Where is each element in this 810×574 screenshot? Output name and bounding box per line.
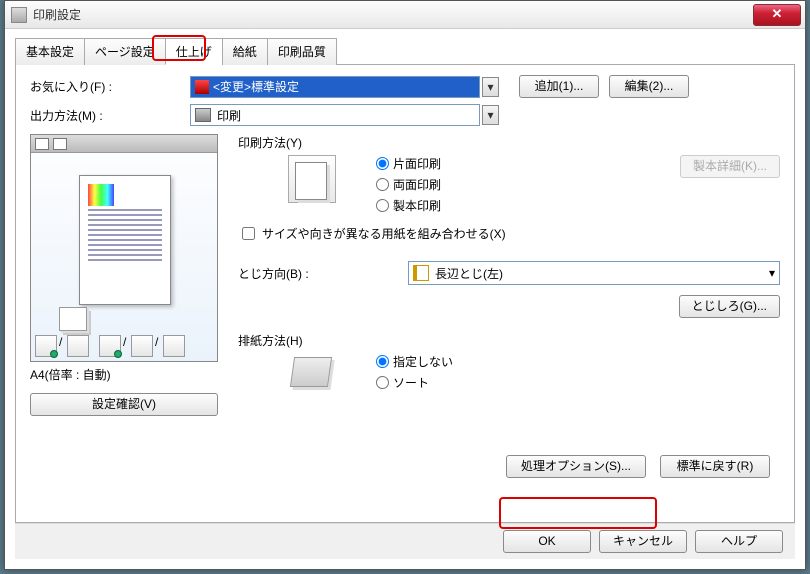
gutter-button[interactable]: とじしろ(G)... (679, 295, 780, 318)
tab-finishing[interactable]: 仕上げ (165, 38, 223, 65)
restore-defaults-button[interactable]: 標準に戻す(R) (660, 455, 770, 478)
preview-mode-icon-2[interactable] (53, 138, 67, 150)
print-method-icon (288, 155, 336, 203)
preview-box: / / / (30, 134, 218, 362)
window-title: 印刷設定 (33, 6, 753, 23)
radio-booklet[interactable] (376, 199, 389, 212)
eject-icon (288, 353, 336, 393)
ok-button[interactable]: OK (503, 530, 591, 553)
favorite-value: <変更>標準設定 (213, 78, 299, 95)
layout-tool-3[interactable] (99, 335, 121, 357)
pencil-icon (195, 80, 209, 94)
layout-tool-2[interactable] (67, 335, 89, 357)
layout-tool-5[interactable] (163, 335, 185, 357)
tab-page[interactable]: ページ設定 (84, 38, 166, 65)
color-swatch-icon (88, 184, 114, 206)
processing-options-button[interactable]: 処理オプション(S)... (506, 455, 646, 478)
tab-paper-source[interactable]: 給紙 (222, 38, 268, 65)
radio-double-side-label: 両面印刷 (393, 176, 441, 193)
favorite-edit-button[interactable]: 編集(2)... (609, 75, 689, 98)
favorite-dropdown-arrow[interactable]: ▾ (482, 77, 499, 97)
page-stack-icon (59, 307, 87, 331)
print-settings-dialog: 印刷設定 ✕ 基本設定 ページ設定 仕上げ 給紙 印刷品質 お気に入り(F) :… (4, 0, 806, 570)
favorite-add-button[interactable]: 追加(1)... (519, 75, 599, 98)
printer-app-icon (11, 7, 27, 23)
radio-eject-sort-label: ソート (393, 374, 429, 391)
titlebar: 印刷設定 ✕ (5, 1, 805, 29)
favorite-label: お気に入り(F) : (30, 78, 190, 95)
output-value: 印刷 (217, 107, 241, 124)
page-thumbnail (79, 175, 171, 305)
preview-mode-icon-1[interactable] (35, 138, 49, 150)
confirm-settings-button[interactable]: 設定確認(V) (30, 393, 218, 416)
close-button[interactable]: ✕ (753, 4, 801, 26)
tab-content: お気に入り(F) : <変更>標準設定 ▾ 追加(1)... 編集(2)... … (15, 65, 795, 523)
combine-sizes-checkbox[interactable] (242, 227, 255, 240)
radio-single-side[interactable] (376, 157, 389, 170)
layout-tool-4[interactable] (131, 335, 153, 357)
help-button[interactable]: ヘルプ (695, 530, 783, 553)
radio-booklet-label: 製本印刷 (393, 197, 441, 214)
layout-tool-1[interactable] (35, 335, 57, 357)
dialog-button-bar: OK キャンセル ヘルプ (15, 523, 795, 559)
eject-label: 排紙方法(H) (238, 332, 780, 349)
radio-eject-sort[interactable] (376, 376, 389, 389)
preview-caption: A4(倍率 : 自動) (30, 366, 222, 383)
radio-single-side-label: 片面印刷 (393, 155, 441, 172)
favorite-combo[interactable]: <変更>標準設定 (190, 76, 480, 98)
radio-eject-none[interactable] (376, 355, 389, 368)
printer-icon (195, 108, 211, 122)
output-combo[interactable]: 印刷 (190, 104, 480, 126)
output-dropdown-arrow[interactable]: ▾ (482, 105, 499, 125)
radio-double-side[interactable] (376, 178, 389, 191)
chevron-down-icon: ▾ (769, 266, 775, 280)
binding-icon (413, 265, 429, 281)
booklet-detail-button: 製本詳細(K)... (680, 155, 780, 178)
radio-eject-none-label: 指定しない (393, 353, 453, 370)
tab-bar: 基本設定 ページ設定 仕上げ 給紙 印刷品質 (15, 37, 795, 65)
tab-basic[interactable]: 基本設定 (15, 38, 85, 65)
binding-label: とじ方向(B) : (238, 265, 398, 282)
binding-value: 長辺とじ(左) (435, 265, 503, 282)
binding-combo[interactable]: 長辺とじ(左) ▾ (408, 261, 780, 285)
output-label: 出力方法(M) : (30, 107, 190, 124)
cancel-button[interactable]: キャンセル (599, 530, 687, 553)
combine-sizes-label: サイズや向きが異なる用紙を組み合わせる(X) (262, 225, 506, 242)
print-method-label: 印刷方法(Y) (238, 134, 780, 151)
tab-quality[interactable]: 印刷品質 (267, 38, 337, 65)
